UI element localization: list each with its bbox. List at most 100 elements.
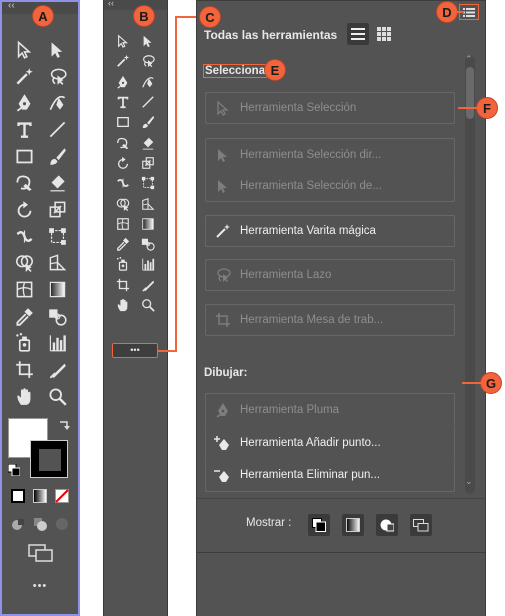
zoom-tool-button[interactable]: [41, 383, 74, 410]
width-tool-button[interactable]: [8, 223, 41, 250]
free-transform-tool-button[interactable]: [41, 223, 74, 250]
default-fill-stroke-icon[interactable]: [8, 464, 20, 476]
pen-tool-button[interactable]: [110, 72, 135, 92]
magic-wand-tool-button[interactable]: [110, 51, 135, 71]
type-tool-button[interactable]: [110, 92, 135, 112]
tool-list-item[interactable]: Herramienta Varita mágica: [205, 215, 455, 247]
toolbar-panel-b: ‹‹ •••: [103, 0, 168, 616]
lasso-tool-button[interactable]: [135, 51, 160, 71]
paintbrush-tool-button[interactable]: [41, 143, 74, 170]
tool-list-item[interactable]: Herramienta Eliminar pun...: [205, 459, 455, 492]
column-graph-tool-button[interactable]: [135, 254, 160, 274]
gradient-tool-button[interactable]: [41, 276, 74, 303]
blend-tool-button[interactable]: [41, 303, 74, 330]
rectangle-tool-button[interactable]: [110, 112, 135, 132]
eyedropper-tool-button[interactable]: [8, 303, 41, 330]
connector-line: [157, 350, 177, 352]
lasso-icon: [206, 267, 240, 283]
perspective-grid-tool-button[interactable]: [135, 193, 160, 213]
free-transform-icon: [48, 227, 67, 246]
list-view-button[interactable]: [347, 23, 369, 45]
lasso-tool-button[interactable]: [41, 63, 74, 90]
delete-anchor-icon: [206, 467, 240, 483]
magic-wand-tool-button[interactable]: [8, 63, 41, 90]
artboard-tool-button[interactable]: [8, 356, 41, 383]
change-screen-mode-icon[interactable]: [28, 544, 54, 562]
pen-tool-button[interactable]: [8, 89, 41, 116]
show-draw-modes-button[interactable]: [376, 514, 398, 536]
curvature-tool-button[interactable]: [41, 89, 74, 116]
scrollbar-thumb[interactable]: [466, 67, 474, 119]
rotate-tool-button[interactable]: [8, 196, 41, 223]
mesh-tool-button[interactable]: [110, 214, 135, 234]
collapse-icon[interactable]: ‹‹: [108, 0, 114, 8]
show-fill-stroke-button[interactable]: [308, 514, 330, 536]
free-transform-tool-button[interactable]: [135, 173, 160, 193]
blend-tool-button[interactable]: [135, 234, 160, 254]
scale-tool-button[interactable]: [41, 196, 74, 223]
tool-list-item-label: Herramienta Añadir punto...: [240, 436, 381, 449]
shaper-tool-button[interactable]: [110, 132, 135, 152]
connector-line: [462, 382, 482, 384]
section-draw-heading: Dibujar:: [204, 367, 248, 379]
edit-toolbar-button[interactable]: •••: [112, 343, 158, 358]
width-tool-button[interactable]: [110, 173, 135, 193]
tool-list-item[interactable]: Herramienta Selección de...: [205, 170, 455, 202]
swap-fill-stroke-icon[interactable]: [58, 420, 70, 432]
scroll-up-icon[interactable]: ⌃: [465, 54, 473, 65]
line-tool-button[interactable]: [41, 116, 74, 143]
show-screen-mode-button[interactable]: [410, 514, 432, 536]
curvature-tool-button[interactable]: [135, 72, 160, 92]
tool-list-item[interactable]: Herramienta Selección: [205, 92, 455, 124]
rectangle-tool-button[interactable]: [8, 143, 41, 170]
selection-tool-button[interactable]: [110, 31, 135, 51]
perspective-grid-icon: [48, 253, 67, 272]
direct-selection-tool-button[interactable]: [41, 36, 74, 63]
line-tool-button[interactable]: [135, 92, 160, 112]
none-mode-icon[interactable]: [55, 489, 69, 503]
scrollbar-track[interactable]: [465, 56, 475, 494]
slice-tool-button[interactable]: [41, 356, 74, 383]
stroke-swatch[interactable]: [30, 440, 68, 478]
symbol-sprayer-tool-button[interactable]: [110, 254, 135, 274]
eyedropper-tool-button[interactable]: [110, 234, 135, 254]
scroll-down-icon[interactable]: ⌄: [465, 476, 473, 487]
selection-icon: [15, 40, 34, 59]
slice-tool-button[interactable]: [135, 275, 160, 295]
shaper-tool-button[interactable]: [8, 169, 41, 196]
tool-list-item[interactable]: Herramienta Lazo: [205, 259, 455, 291]
selection-tool-button[interactable]: [8, 36, 41, 63]
show-gradient-button[interactable]: [342, 514, 364, 536]
tool-list-item[interactable]: Herramienta Selección dir...: [205, 138, 455, 170]
collapse-icon[interactable]: ‹‹: [8, 0, 15, 11]
artboard-tool-button[interactable]: [110, 275, 135, 295]
gradient-tool-button[interactable]: [135, 214, 160, 234]
gradient-mode-icon[interactable]: [33, 489, 47, 503]
color-mode-icon[interactable]: [11, 489, 25, 503]
eraser-tool-button[interactable]: [135, 132, 160, 152]
rotate-tool-button[interactable]: [110, 153, 135, 173]
type-tool-button[interactable]: [8, 116, 41, 143]
shape-builder-tool-button[interactable]: [110, 193, 135, 213]
paintbrush-tool-button[interactable]: [135, 112, 160, 132]
tool-list-item[interactable]: Herramienta Pluma: [205, 393, 455, 426]
mesh-tool-button[interactable]: [8, 276, 41, 303]
direct-selection-tool-button[interactable]: [135, 31, 160, 51]
shape-builder-tool-button[interactable]: [8, 250, 41, 277]
artboard-icon: [116, 278, 130, 292]
draw-inside-icon[interactable]: [55, 517, 69, 531]
hand-tool-button[interactable]: [110, 295, 135, 315]
draw-behind-icon[interactable]: [33, 517, 47, 531]
perspective-grid-tool-button[interactable]: [41, 250, 74, 277]
edit-toolbar-button[interactable]: •••: [2, 580, 78, 592]
column-graph-tool-button[interactable]: [41, 330, 74, 357]
zoom-tool-button[interactable]: [135, 295, 160, 315]
scale-tool-button[interactable]: [135, 153, 160, 173]
symbol-sprayer-tool-button[interactable]: [8, 330, 41, 357]
draw-normal-icon[interactable]: [11, 517, 25, 531]
hand-tool-button[interactable]: [8, 383, 41, 410]
grid-view-button[interactable]: [373, 23, 395, 45]
tool-list-item[interactable]: Herramienta Añadir punto...: [205, 426, 455, 459]
eraser-tool-button[interactable]: [41, 169, 74, 196]
tool-list-item[interactable]: Herramienta Mesa de trab...: [205, 304, 455, 336]
